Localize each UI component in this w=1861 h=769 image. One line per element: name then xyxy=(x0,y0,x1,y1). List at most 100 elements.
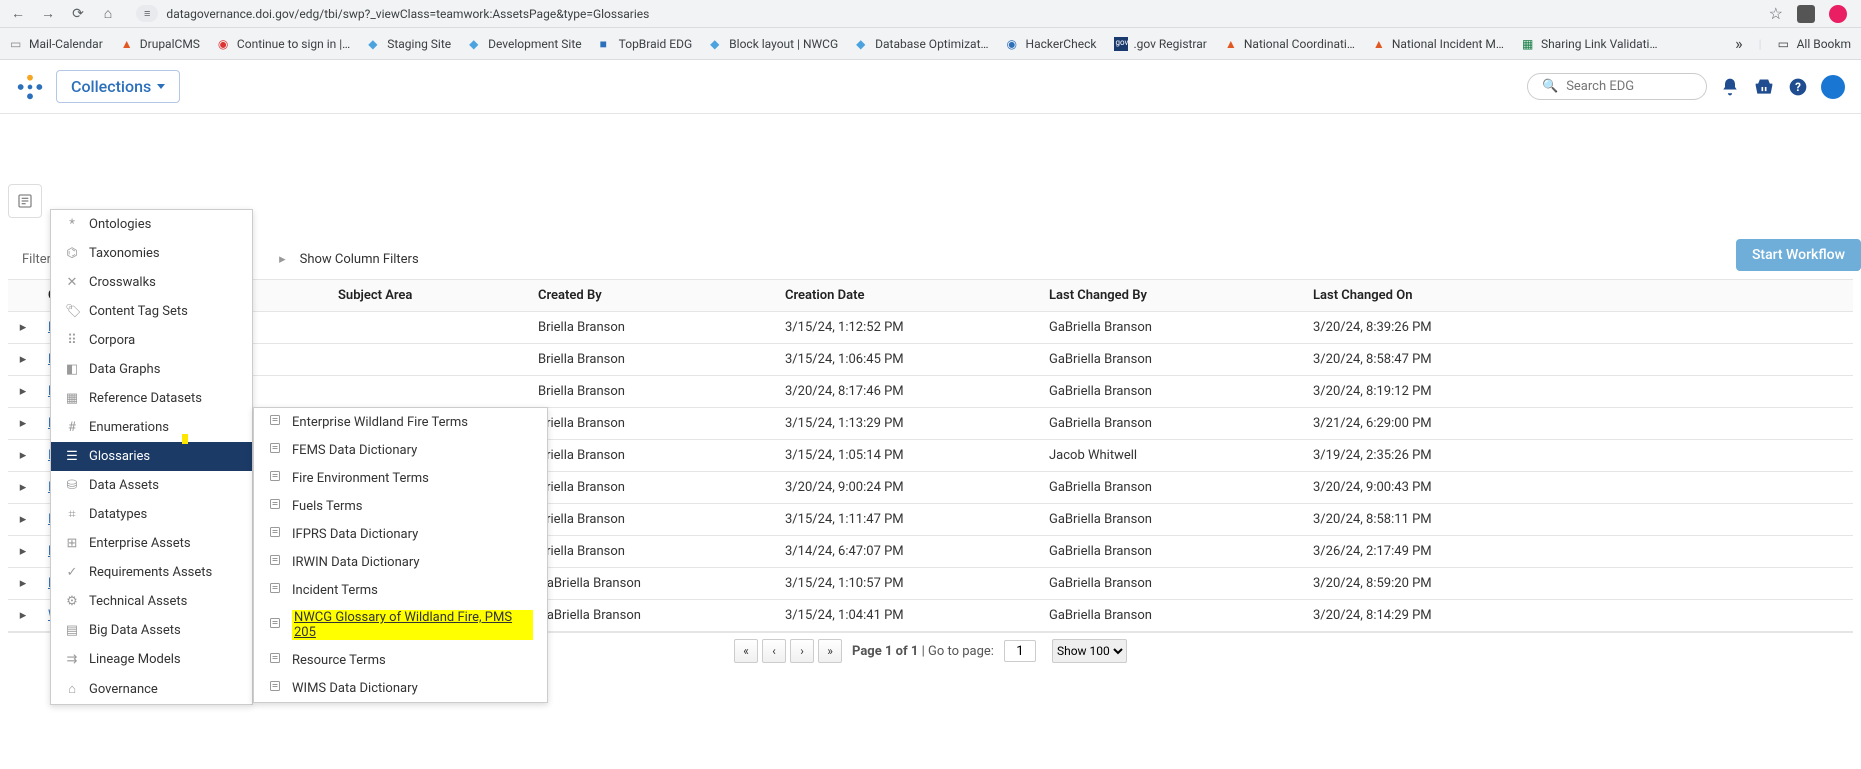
bookmarks-overflow[interactable]: » xyxy=(1735,34,1743,53)
bookmark-item[interactable]: ▲National Incident M… xyxy=(1373,37,1504,51)
extension-badge-icon[interactable] xyxy=(1829,5,1847,23)
collections-menu-item[interactable]: ⚙Technical Assets xyxy=(51,587,252,616)
expand-row-caret[interactable]: ▸ xyxy=(20,416,27,431)
basket-button[interactable] xyxy=(1753,76,1775,98)
column-created-by[interactable]: Created By xyxy=(528,280,775,312)
menu-item-label: Enumerations xyxy=(89,420,169,435)
pager-next-button[interactable]: › xyxy=(790,639,814,663)
collections-menu-item[interactable]: ⠿Corpora xyxy=(51,326,252,355)
pager-goto-input[interactable] xyxy=(1004,640,1036,662)
bookmark-item[interactable]: ▲DrupalCMS xyxy=(121,37,200,51)
search-box[interactable]: 🔍 xyxy=(1527,73,1707,100)
column-subject-area[interactable]: Subject Area xyxy=(328,280,528,312)
glossaries-submenu-item[interactable]: IRWIN Data Dictionary xyxy=(254,548,547,576)
expand-row-caret[interactable]: ▸ xyxy=(20,608,27,623)
expand-row-caret[interactable]: ▸ xyxy=(20,352,27,367)
collections-menu-item[interactable]: ▤Big Data Assets xyxy=(51,616,252,645)
glossaries-submenu-item[interactable]: IFPRS Data Dictionary xyxy=(254,520,547,548)
collections-menu-item[interactable]: ◧Data Graphs xyxy=(51,355,252,384)
expand-row-caret[interactable]: ▸ xyxy=(20,448,27,463)
bookmark-item[interactable]: ■TopBraid EDG xyxy=(600,37,693,51)
start-workflow-button[interactable]: Start Workflow xyxy=(1736,239,1861,271)
collections-menu-item[interactable]: ☰Glossaries xyxy=(51,442,252,471)
pager-first-button[interactable]: « xyxy=(734,639,758,663)
expand-row-caret[interactable]: ▸ xyxy=(20,576,27,591)
table-header-row: C Subject Area Created By Creation Date … xyxy=(8,280,1853,312)
bookmark-item[interactable]: ◆Block layout | NWCG xyxy=(710,37,838,51)
collections-menu-item[interactable]: ⛁Data Assets xyxy=(51,471,252,500)
collections-menu-item[interactable]: ⌗Datatypes xyxy=(51,500,252,529)
column-creation-date[interactable]: Creation Date xyxy=(775,280,1039,312)
cell-last-changed-by: GaBriella Branson xyxy=(1039,536,1303,568)
address-bar[interactable]: ≡ datagovernance.doi.gov/edg/tbi/swp?_vi… xyxy=(128,5,1753,22)
back-button[interactable]: ← xyxy=(8,4,28,24)
expand-row-caret[interactable]: ▸ xyxy=(20,384,27,399)
pager-last-button[interactable]: » xyxy=(818,639,842,663)
submenu-item-label: IFPRS Data Dictionary xyxy=(292,527,418,542)
collections-menu-item[interactable]: #Enumerations xyxy=(51,413,252,442)
menu-item-icon: ✓ xyxy=(65,565,79,580)
collections-menu-item[interactable]: *Ontologies xyxy=(51,210,252,239)
column-last-changed-on[interactable]: Last Changed On xyxy=(1303,280,1853,312)
expand-row-caret[interactable]: ▸ xyxy=(20,480,27,495)
search-input[interactable] xyxy=(1566,79,1686,94)
expand-row-caret[interactable]: ▸ xyxy=(20,544,27,559)
bookmark-item[interactable]: ◆Development Site xyxy=(469,37,582,51)
cell-creation-date: 3/14/24, 6:47:07 PM xyxy=(775,536,1039,568)
site-info-chip[interactable]: ≡ xyxy=(136,5,158,22)
user-avatar[interactable] xyxy=(1821,75,1845,99)
collections-menu-item[interactable]: ▦Reference Datasets xyxy=(51,384,252,413)
cell-created-by: Briella Branson xyxy=(528,376,775,408)
bookmark-item[interactable]: ▲National Coordinati… xyxy=(1225,37,1355,51)
bookmark-item[interactable]: ▦Sharing Link Validati… xyxy=(1522,37,1658,51)
menu-item-label: Requirements Assets xyxy=(89,565,212,580)
star-icon[interactable]: ☆ xyxy=(1769,4,1783,23)
cell-created-by: Briella Branson xyxy=(528,504,775,536)
glossary-icon xyxy=(268,680,282,696)
collections-dropdown-button[interactable]: Collections xyxy=(56,70,180,103)
bookmark-item[interactable]: ◆Staging Site xyxy=(368,37,451,51)
glossaries-submenu-item[interactable]: Enterprise Wildland Fire Terms xyxy=(254,408,547,436)
column-last-changed-by[interactable]: Last Changed By xyxy=(1039,280,1303,312)
collections-menu-item[interactable]: ✕Crosswalks xyxy=(51,268,252,297)
expand-filters-caret[interactable]: ▸ xyxy=(279,252,286,267)
glossaries-submenu-item[interactable]: WIMS Data Dictionary xyxy=(254,674,547,702)
glossaries-submenu-item[interactable]: NWCG Glossary of Wildland Fire, PMS 205 xyxy=(254,604,547,646)
bookmark-item[interactable]: ▭Mail-Calendar xyxy=(10,37,103,51)
app-header: Collections 🔍 ? xyxy=(0,60,1861,114)
glossaries-submenu-item[interactable]: Resource Terms xyxy=(254,646,547,674)
reload-button[interactable]: ⟳ xyxy=(68,4,88,24)
notifications-button[interactable] xyxy=(1719,76,1741,98)
home-button[interactable]: ⌂ xyxy=(98,4,118,24)
forward-button[interactable]: → xyxy=(38,4,58,24)
expand-row-caret[interactable]: ▸ xyxy=(20,512,27,527)
glossary-icon xyxy=(268,498,282,514)
collections-menu-item[interactable]: ✓ Requirements Assets xyxy=(51,558,252,587)
collections-menu-item[interactable]: ⊞Enterprise Assets xyxy=(51,529,252,558)
menu-item-icon: 🏷 xyxy=(65,304,79,319)
extension-icon[interactable] xyxy=(1797,5,1815,23)
collections-menu-item[interactable]: 🏷Content Tag Sets xyxy=(51,297,252,326)
pager-prev-button[interactable]: ‹ xyxy=(762,639,786,663)
show-column-filters-link[interactable]: Show Column Filters xyxy=(300,252,419,267)
glossaries-submenu-item[interactable]: Incident Terms xyxy=(254,576,547,604)
all-bookmarks-button[interactable]: ▭All Bookm xyxy=(1778,37,1851,51)
glossaries-submenu-item[interactable]: Fire Environment Terms xyxy=(254,464,547,492)
collections-menu-item[interactable]: ⌬Taxonomies xyxy=(51,239,252,268)
bookmark-item[interactable]: ◆Database Optimizat… xyxy=(856,37,988,51)
bookmark-item[interactable]: ◉Continue to sign in |… xyxy=(218,37,350,51)
collections-menu-item[interactable]: ⇉Lineage Models xyxy=(51,645,252,674)
glossaries-submenu-item[interactable]: FEMS Data Dictionary xyxy=(254,436,547,464)
menu-item-icon: * xyxy=(65,217,79,232)
glossaries-submenu-item[interactable]: Fuels Terms xyxy=(254,492,547,520)
bookmark-item[interactable]: ◉HackerCheck xyxy=(1007,37,1097,51)
collections-menu-item[interactable]: ⌂Governance xyxy=(51,674,252,704)
rail-glossary-button[interactable] xyxy=(8,184,42,218)
bookmark-item[interactable]: gov.gov Registrar xyxy=(1114,37,1206,51)
help-button[interactable]: ? xyxy=(1787,76,1809,98)
cell-created-by: Briella Branson xyxy=(528,408,775,440)
pager-page-size-select[interactable]: Show 100 xyxy=(1052,639,1127,663)
expand-row-caret[interactable]: ▸ xyxy=(20,320,27,335)
collections-menu: *Ontologies⌬Taxonomies✕Crosswalks🏷Conten… xyxy=(50,209,253,705)
pager-goto-label: Go to page: xyxy=(928,644,994,659)
